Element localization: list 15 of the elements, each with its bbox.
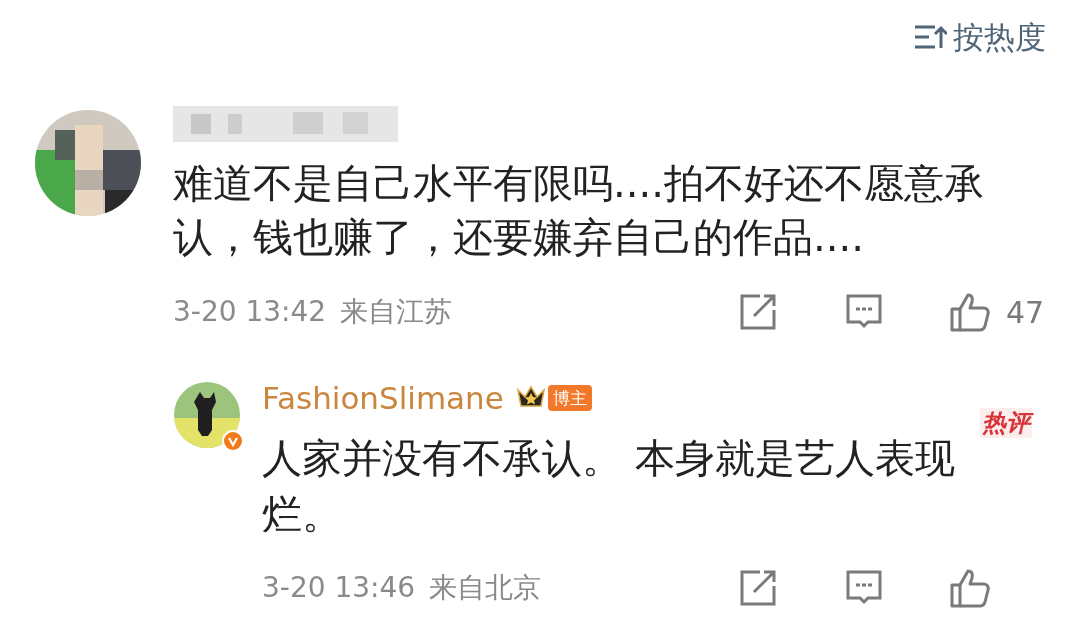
share-icon[interactable] — [738, 568, 778, 608]
comment-time: 3-20 13:46 — [262, 570, 416, 606]
reply-text: 人家并没有不承认。 本身就是艺人表现 烂。 — [262, 434, 956, 539]
like-count: 47 — [1006, 293, 1046, 332]
comment-time: 3-20 13:42 — [173, 294, 327, 330]
comment-location: 来自江苏 — [340, 294, 453, 330]
hot-comment-badge: 热评 — [980, 408, 1032, 438]
sort-icon — [913, 24, 947, 50]
comment-text: 难道不是自己水平有限吗....拍不好还不愿意承 认，钱也赚了，还要嫌弃自己的作品.... — [173, 159, 985, 262]
comment-location: 来自北京 — [429, 570, 542, 606]
share-icon[interactable] — [738, 292, 778, 332]
sort-button[interactable]: 按热度 — [913, 14, 1046, 60]
thumbs-up-icon[interactable] — [948, 567, 992, 609]
blogger-badge: 博主 — [547, 385, 592, 411]
thumbs-up-icon[interactable] — [948, 291, 992, 333]
